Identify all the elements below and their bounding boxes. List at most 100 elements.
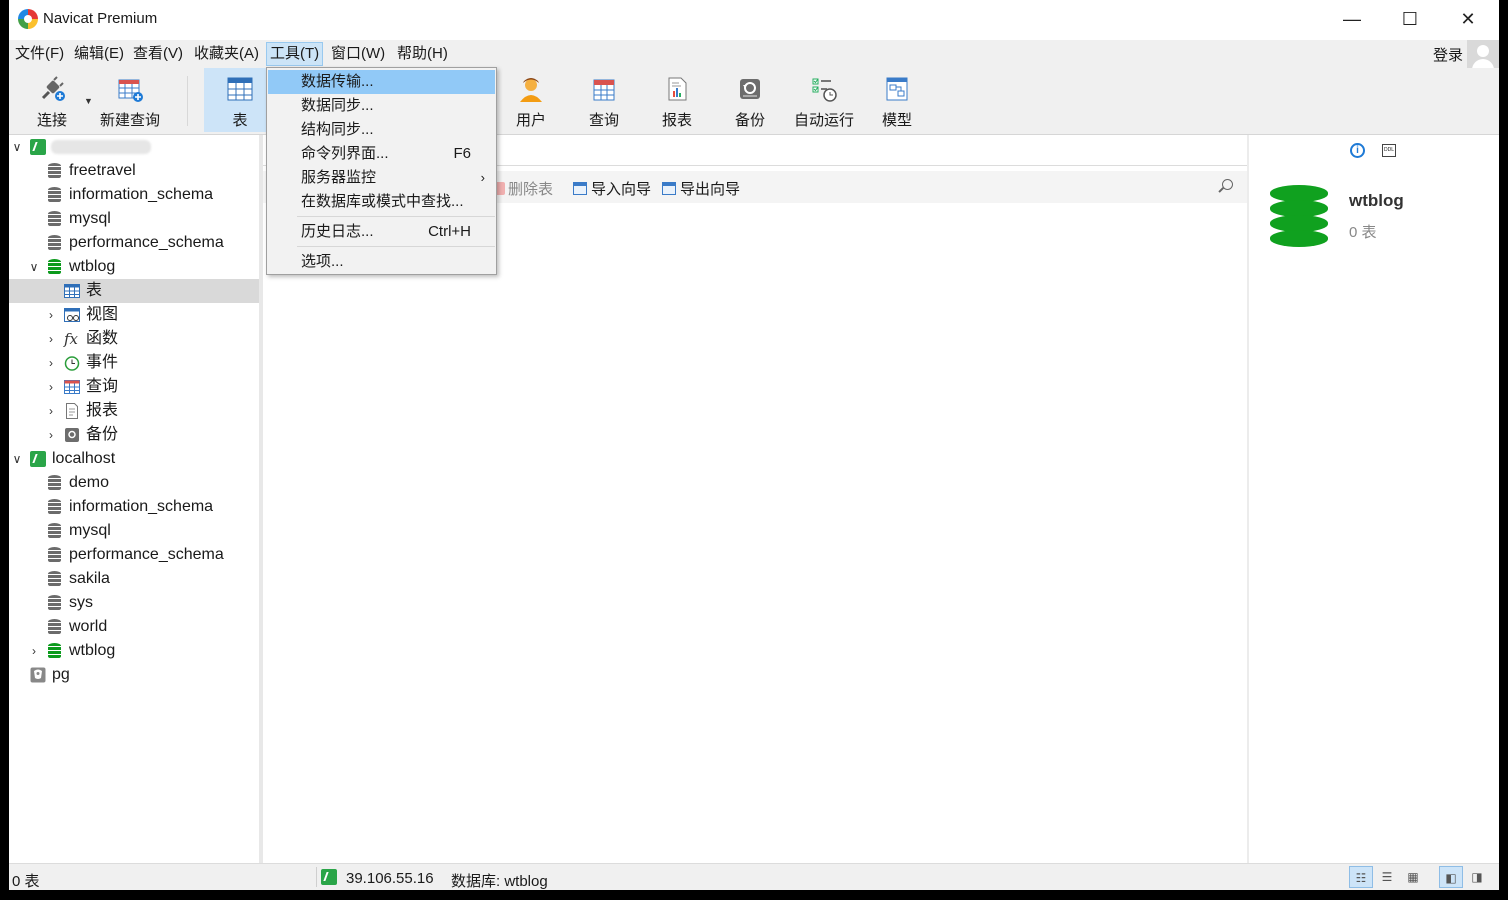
navigation-tree: ∨ freetravel information_schema mysql pe… <box>9 135 259 863</box>
automation-label: 自动运行 <box>793 112 854 129</box>
close-button[interactable]: ✕ <box>1439 0 1497 38</box>
tree-db-item[interactable]: information_schema <box>9 183 259 207</box>
tree-node-label: 视图 <box>86 306 119 323</box>
connect-button[interactable]: 连接 <box>21 68 83 132</box>
database-icon <box>48 547 61 563</box>
tree-db-item[interactable]: sakila <box>9 567 259 591</box>
report-button[interactable]: 报表 <box>645 68 709 132</box>
table-icon <box>64 284 80 298</box>
tree-db-item[interactable]: performance_schema <box>9 543 259 567</box>
user-button[interactable]: 用户 <box>499 68 563 132</box>
tree-node-events[interactable]: › 事件 <box>9 351 259 375</box>
tree-node-views[interactable]: › 视图 <box>9 303 259 327</box>
tree-db-item[interactable]: › wtblog <box>9 639 259 663</box>
model-label: 模型 <box>881 112 912 129</box>
user-avatar-icon[interactable] <box>1467 40 1499 70</box>
menu-help[interactable]: 帮助(H) <box>394 42 451 66</box>
menu-item-options[interactable]: 选项... <box>268 250 495 274</box>
tree-node-functions[interactable]: › fx 函数 <box>9 327 259 351</box>
tree-connection-pg[interactable]: pg <box>9 663 259 687</box>
tree-db-item[interactable]: world <box>9 615 259 639</box>
login-link[interactable]: 登录 <box>1433 44 1463 65</box>
new-query-icon <box>118 79 143 102</box>
show-info-pane-button[interactable]: ◨ <box>1465 866 1489 888</box>
menu-item-structure-sync[interactable]: 结构同步... <box>268 118 495 142</box>
tree-db-item[interactable]: mysql <box>9 519 259 543</box>
tree-db-item[interactable]: information_schema <box>9 495 259 519</box>
collapse-chevron-icon[interactable]: ∨ <box>12 447 22 471</box>
info-icon[interactable]: i <box>1350 143 1365 158</box>
menu-item-data-transfer[interactable]: 数据传输... <box>268 70 495 94</box>
expand-chevron-icon[interactable]: › <box>46 327 56 351</box>
search-icon[interactable] <box>1222 179 1233 190</box>
table-icon <box>227 77 253 101</box>
user-label: 用户 <box>515 112 546 129</box>
menu-edit[interactable]: 编辑(E) <box>71 42 127 66</box>
tree-db-label: demo <box>69 474 110 491</box>
tree-db-wtblog-open[interactable]: ∨ wtblog <box>9 255 259 279</box>
status-connection-icon <box>321 869 337 885</box>
event-clock-icon <box>64 356 80 371</box>
tree-db-item[interactable]: demo <box>9 471 259 495</box>
model-button[interactable]: 模型 <box>865 68 929 132</box>
expand-chevron-icon[interactable]: › <box>46 351 56 375</box>
collapse-chevron-icon[interactable]: ∨ <box>12 135 22 159</box>
database-open-icon <box>48 643 61 659</box>
tree-connection-label: localhost <box>52 450 116 467</box>
automation-button[interactable]: 自动运行 <box>787 68 861 132</box>
tree-node-queries[interactable]: › 查询 <box>9 375 259 399</box>
menu-item-find-in-database[interactable]: 在数据库或模式中查找... <box>268 190 495 214</box>
menu-file[interactable]: 文件(F) <box>12 42 67 66</box>
tree-db-label: information_schema <box>69 186 214 203</box>
submenu-arrow-icon: › <box>480 170 485 185</box>
tree-db-item[interactable]: sys <box>9 591 259 615</box>
tree-node-backups[interactable]: › 备份 <box>9 423 259 447</box>
tree-db-item[interactable]: mysql <box>9 207 259 231</box>
main-toolbar: 连接 ▼ 新建查询 表 用户 查询 报表 备份 自动运行 模型 <box>9 68 1499 135</box>
menu-item-label: 数据同步... <box>301 97 374 114</box>
tree-db-item[interactable]: performance_schema <box>9 231 259 255</box>
menu-item-console[interactable]: 命令列界面... F6 <box>268 142 495 166</box>
expand-chevron-icon[interactable]: › <box>46 399 56 423</box>
detail-view-button[interactable]: ▦ <box>1401 866 1425 888</box>
tree-db-label: mysql <box>69 210 111 227</box>
expand-chevron-icon[interactable]: › <box>29 639 39 663</box>
show-navigation-pane-button[interactable]: ◧ <box>1439 866 1463 888</box>
menu-item-shortcut: F6 <box>453 145 471 162</box>
ddl-icon[interactable]: DDL <box>1382 144 1396 157</box>
menu-item-history-log[interactable]: 历史日志... Ctrl+H <box>268 220 495 244</box>
menu-item-data-sync[interactable]: 数据同步... <box>268 94 495 118</box>
maximize-button[interactable]: ☐ <box>1381 0 1439 38</box>
menu-item-label: 选项... <box>301 253 344 270</box>
tree-node-reports[interactable]: › 报表 <box>9 399 259 423</box>
import-wizard-button[interactable]: 导入向导 <box>573 178 651 199</box>
tree-node-tables[interactable]: 表 <box>9 279 259 303</box>
menu-window[interactable]: 窗口(W) <box>328 42 388 66</box>
navicat-logo-icon <box>18 9 38 29</box>
tree-connection-remote[interactable]: ∨ <box>9 135 259 159</box>
delete-table-button[interactable]: 删除表 <box>493 178 553 199</box>
expand-chevron-icon[interactable]: › <box>46 423 56 447</box>
new-query-button[interactable]: 新建查询 <box>95 68 165 132</box>
menu-view[interactable]: 查看(V) <box>130 42 186 66</box>
connect-dropdown-arrow-icon[interactable]: ▼ <box>84 96 93 106</box>
minimize-button[interactable]: — <box>1323 0 1381 38</box>
menu-tools[interactable]: 工具(T) <box>266 42 324 66</box>
tree-db-label: information_schema <box>69 498 214 515</box>
collapse-chevron-icon[interactable]: ∨ <box>29 255 39 279</box>
query-button[interactable]: 查询 <box>572 68 636 132</box>
tree-connection-localhost[interactable]: ∨ localhost <box>9 447 259 471</box>
report-icon <box>668 77 687 101</box>
connect-label: 连接 <box>36 112 67 129</box>
list-view-button[interactable]: ☰ <box>1375 866 1399 888</box>
backup-button[interactable]: 备份 <box>718 68 782 132</box>
expand-chevron-icon[interactable]: › <box>46 303 56 327</box>
menu-item-label: 在数据库或模式中查找... <box>301 193 464 210</box>
new-query-label: 新建查询 <box>99 112 160 129</box>
list-view-small-icons-button[interactable]: ☷ <box>1349 866 1373 888</box>
menu-item-server-monitor[interactable]: 服务器监控 › <box>268 166 495 190</box>
menu-favorites[interactable]: 收藏夹(A) <box>191 42 262 66</box>
expand-chevron-icon[interactable]: › <box>46 375 56 399</box>
tree-db-item[interactable]: freetravel <box>9 159 259 183</box>
export-wizard-button[interactable]: 导出向导 <box>662 178 740 199</box>
